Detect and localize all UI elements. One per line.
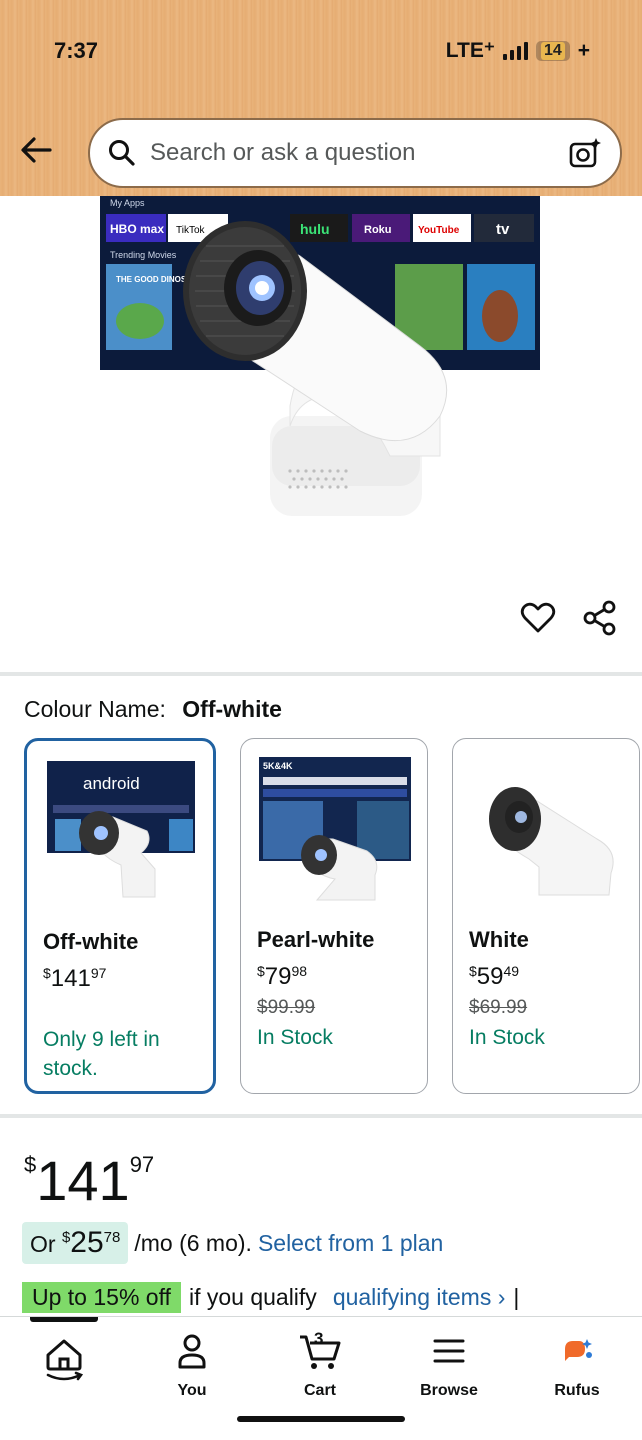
monthly-payment-row: Or $2578 /mo (6 mo). Select from 1 plan — [22, 1222, 443, 1264]
battery-level: 14 — [540, 41, 565, 60]
monthly-price-pill: Or $2578 — [22, 1222, 129, 1264]
home-indicator[interactable] — [237, 1416, 405, 1422]
user-icon — [178, 1334, 206, 1369]
nav-label: You — [177, 1382, 207, 1399]
home-icon — [46, 1339, 84, 1381]
nav-browse[interactable]: Browse — [399, 1331, 499, 1400]
status-indicators: LTE⁺ 14 + — [446, 38, 590, 63]
swatch-name: Pearl-white — [257, 927, 375, 952]
battery-icon: 14 — [535, 40, 570, 61]
tv-app-tiktok: TikTok — [176, 225, 206, 236]
heart-icon[interactable] — [520, 600, 556, 636]
battery-suffix: + — [577, 38, 590, 62]
tv-app-hulu: hulu — [300, 221, 330, 237]
nav-cart[interactable]: 3 Cart — [270, 1329, 370, 1400]
swatch-price: $5949 — [469, 963, 520, 990]
monthly-suffix: /mo (6 mo). — [134, 1229, 252, 1256]
promo-separator: | — [513, 1284, 520, 1310]
nav-rufus[interactable]: Rufus — [527, 1331, 627, 1400]
tv-app-roku: Roku — [364, 224, 392, 236]
thumb-resolution-label: 5K&4K — [263, 761, 293, 771]
swatch-stock: In Stock — [469, 1026, 545, 1049]
section-divider — [0, 672, 642, 676]
status-time: 7:37 — [54, 38, 99, 63]
swatch-pearl-white[interactable]: 5K&4K Pearl-white $7998 $99.99 In Stock — [240, 738, 428, 1094]
back-arrow-icon[interactable] — [16, 130, 56, 170]
nav-label: Cart — [303, 1382, 336, 1399]
swatch-name: White — [469, 927, 529, 952]
swatch-price: $7998 — [257, 963, 308, 990]
swatch-stock: Only 9 left in stock. — [43, 1028, 160, 1080]
share-icon[interactable] — [582, 600, 618, 636]
signal-icon — [502, 41, 528, 60]
network-label: LTE⁺ — [445, 39, 495, 62]
swatch-off-white[interactable]: android Off-white $14197 Only 9 left in … — [24, 738, 216, 1094]
product-price: $14197 — [24, 1149, 155, 1212]
swatch-thumbnail — [489, 787, 614, 896]
active-tab-indicator — [30, 1317, 98, 1322]
swatch-white[interactable]: White $5949 $69.99 In Stock — [452, 738, 640, 1094]
search-input[interactable]: Search or ask a question — [150, 139, 568, 167]
colour-label: Colour Name: — [24, 696, 166, 722]
nav-home[interactable] — [14, 1331, 114, 1394]
swatch-thumbnail: 5K&4K — [259, 757, 411, 901]
colour-name-row: Colour Name: Off-white — [24, 696, 282, 723]
tv-app-youtube: YouTube — [418, 225, 460, 236]
swatch-was-price: $69.99 — [469, 997, 528, 1018]
promo-row: Up to 15% off if you qualify qualifying … — [22, 1282, 519, 1313]
nav-you[interactable]: You — [142, 1331, 242, 1400]
swatch-was-price: $99.99 — [257, 997, 316, 1018]
tv-app-appletv: tv — [496, 221, 510, 238]
tv-trending: Trending Movies — [110, 250, 177, 260]
product-image-carousel[interactable]: My Apps HBO max TikTok hulu Roku YouTube… — [0, 196, 642, 820]
promo-text: if you qualify — [188, 1284, 317, 1310]
swatch-price: $14197 — [43, 965, 107, 992]
swatch-name: Off-white — [43, 929, 139, 954]
cart-count: 3 — [314, 1329, 324, 1348]
tv-app-hbo: HBO max — [110, 222, 164, 236]
swatch-thumbnail: android — [47, 761, 195, 898]
qualifying-items-link[interactable]: qualifying items › — [333, 1284, 506, 1311]
thumb-android-label: android — [83, 774, 140, 793]
section-divider — [0, 1114, 642, 1118]
colour-selected: Off-white — [182, 696, 282, 722]
menu-icon — [433, 1339, 465, 1363]
app-header: 7:37 LTE⁺ 14 + Search or ask a question — [0, 0, 642, 196]
product-image: My Apps HBO max TikTok hulu Roku YouTube… — [100, 196, 540, 516]
nav-label: Browse — [420, 1382, 478, 1399]
rufus-icon — [565, 1339, 592, 1361]
search-bar[interactable]: Search or ask a question — [88, 118, 622, 188]
tv-my-apps: My Apps — [110, 198, 145, 208]
swatch-stock: In Stock — [257, 1026, 333, 1049]
select-plan-link[interactable]: Select from 1 plan — [258, 1230, 443, 1257]
nav-label: Rufus — [554, 1382, 600, 1399]
discount-badge: Up to 15% off — [22, 1282, 181, 1313]
camera-search-icon[interactable] — [568, 136, 602, 170]
search-icon — [109, 140, 135, 166]
